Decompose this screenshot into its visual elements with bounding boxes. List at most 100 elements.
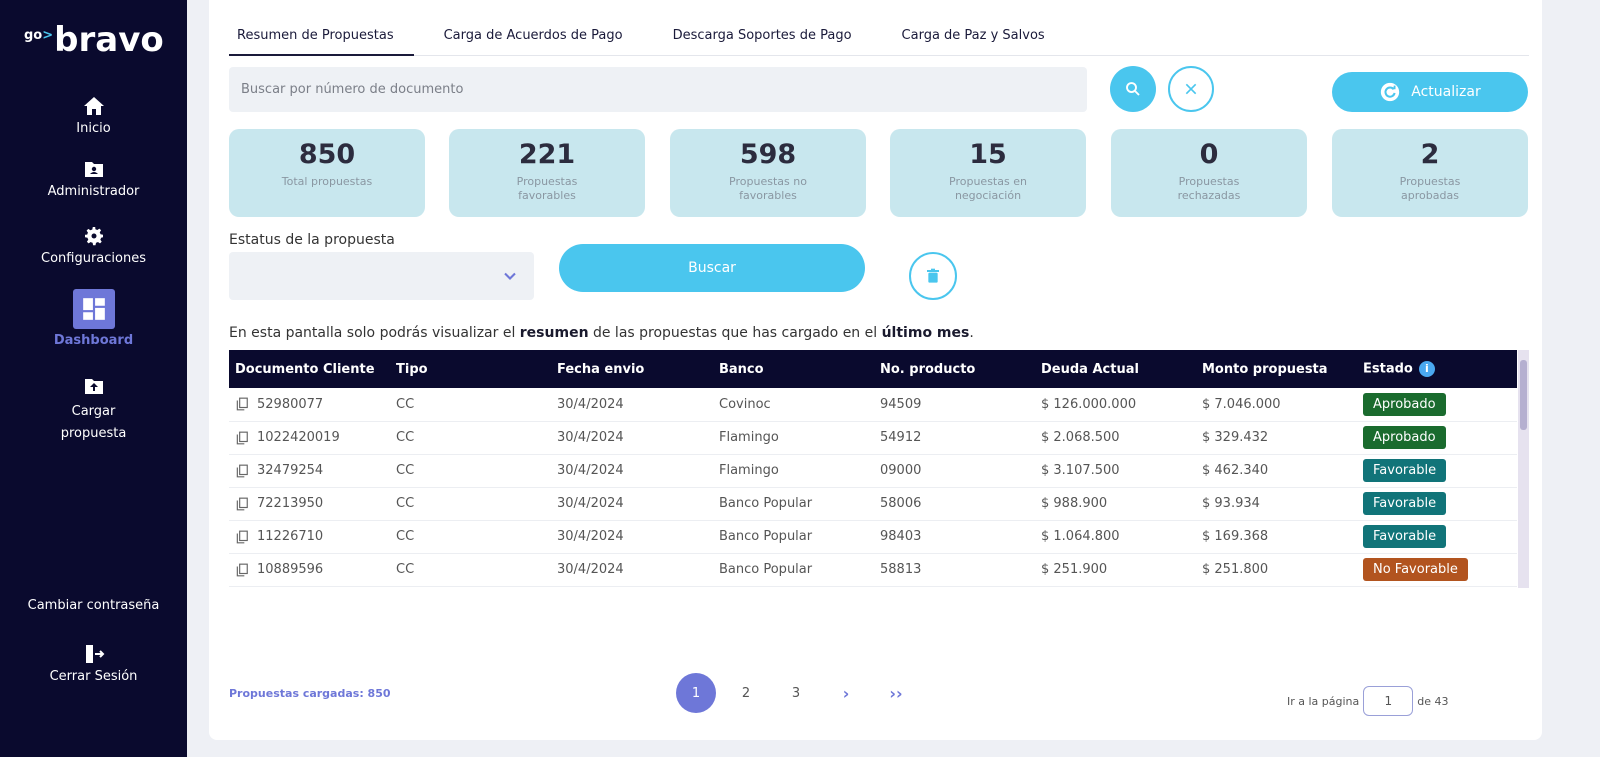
copy-icon[interactable] xyxy=(235,464,249,478)
total-pages-label: de 43 xyxy=(1417,694,1449,708)
sidebar-item-label: Cargar propuesta xyxy=(60,404,127,441)
cell-documento: 11226710 xyxy=(229,520,390,553)
clear-filter-button[interactable] xyxy=(909,252,957,300)
cell-tipo: CC xyxy=(390,553,551,586)
column-header[interactable]: Monto propuesta xyxy=(1196,350,1357,388)
change-password-link[interactable]: Cambiar contraseña xyxy=(0,598,187,613)
cell-fecha: 30/4/2024 xyxy=(551,421,713,454)
cell-monto: $ 169.368 xyxy=(1196,520,1357,553)
cell-fecha-text: 30/4/2024 xyxy=(557,463,624,478)
clear-search-button[interactable] xyxy=(1168,66,1214,112)
gear-icon xyxy=(84,227,103,246)
tab-carga-acuerdos[interactable]: Carga de Acuerdos de Pago xyxy=(444,28,623,55)
cell-tipo: CC xyxy=(390,520,551,553)
refresh-button[interactable]: Actualizar xyxy=(1332,72,1528,112)
search-input[interactable] xyxy=(229,67,1087,112)
cell-documento-text: 1022420019 xyxy=(257,430,340,445)
stat-label: Total propuestas xyxy=(281,175,373,188)
table-row[interactable]: 11226710 CC 30/4/2024 Banco Popular 98403 $ 1… xyxy=(229,520,1517,553)
cell-tipo: CC xyxy=(390,388,551,421)
table-scrollbar[interactable] xyxy=(1518,350,1529,588)
status-badge: Aprobado xyxy=(1363,426,1446,449)
cell-banco-text: Banco Popular xyxy=(719,562,813,577)
cell-monto: $ 93.934 xyxy=(1196,487,1357,520)
copy-icon[interactable] xyxy=(235,530,249,544)
status-filter-select[interactable] xyxy=(229,252,534,300)
page-button-3[interactable]: 3 xyxy=(776,673,816,713)
change-password-label: Cambiar contraseña xyxy=(27,598,160,613)
table-row[interactable]: 32479254 CC 30/4/2024 Flamingo 09000 $ 3.107.… xyxy=(229,454,1517,487)
copy-icon[interactable] xyxy=(235,431,249,445)
logout-icon xyxy=(85,645,104,663)
column-header[interactable]: No. producto xyxy=(874,350,1035,388)
sidebar-item-inicio[interactable]: Inicio xyxy=(0,94,187,136)
column-header[interactable]: Documento Cliente xyxy=(229,350,390,388)
cell-monto-text: $ 329.432 xyxy=(1202,430,1269,445)
tab-descarga-soportes[interactable]: Descarga Soportes de Pago xyxy=(673,28,852,55)
table-row[interactable]: 72213950 CC 30/4/2024 Banco Popular 58006 $ 9… xyxy=(229,487,1517,520)
cell-producto: 98403 xyxy=(874,520,1035,553)
sidebar-item-administrador[interactable]: Administrador xyxy=(0,157,187,199)
cell-deuda: $ 988.900 xyxy=(1035,487,1196,520)
column-header[interactable]: Fecha envio xyxy=(551,350,713,388)
cell-deuda: $ 1.064.800 xyxy=(1035,520,1196,553)
cell-documento: 72213950 xyxy=(229,487,390,520)
cell-fecha: 30/4/2024 xyxy=(551,454,713,487)
cell-producto: 58813 xyxy=(874,553,1035,586)
stat-label: Propuestas favorables xyxy=(516,175,578,202)
last-page-button[interactable]: ›› xyxy=(876,673,916,713)
sidebar-item-dashboard[interactable]: Dashboard xyxy=(0,289,187,348)
cell-documento: 52980077 xyxy=(229,388,390,421)
table-header-row: Documento Cliente Tipo Fecha envio Banco… xyxy=(229,350,1517,388)
stat-label: Propuestas aprobadas xyxy=(1399,175,1461,202)
copy-icon[interactable] xyxy=(235,397,249,411)
goto-label: Ir a la página xyxy=(1287,694,1360,708)
sidebar-item-configuraciones[interactable]: Configuraciones xyxy=(0,224,187,266)
table-row[interactable]: 1022420019 CC 30/4/2024 Flamingo 54912 $ 2.06… xyxy=(229,421,1517,454)
stat-label: Propuestas en negociación xyxy=(949,175,1027,202)
tab-resumen-propuestas[interactable]: Resumen de Propuestas xyxy=(229,28,414,56)
info-icon[interactable]: i xyxy=(1418,361,1435,377)
goto-page-input[interactable] xyxy=(1363,686,1414,716)
logout-button[interactable]: Cerrar Sesión xyxy=(0,642,187,684)
stat-value: 15 xyxy=(969,139,1007,170)
table-row[interactable]: 10889596 CC 30/4/2024 Banco Popular 58813 $ 2… xyxy=(229,553,1517,586)
copy-icon[interactable] xyxy=(235,563,249,577)
tab-carga-paz-salvos[interactable]: Carga de Paz y Salvos xyxy=(902,28,1045,55)
column-header-estado[interactable]: Estado i xyxy=(1357,350,1517,388)
column-header[interactable]: Deuda Actual xyxy=(1035,350,1196,388)
copy-icon[interactable] xyxy=(235,497,249,511)
info-text-bold-2: último mes xyxy=(881,325,970,341)
main-panel: Resumen de Propuestas Carga de Acuerdos … xyxy=(209,0,1542,740)
column-header[interactable]: Banco xyxy=(713,350,874,388)
stat-label: Propuestas rechazadas xyxy=(1177,175,1241,202)
cell-monto: $ 7.046.000 xyxy=(1196,388,1357,421)
admin-folder-icon xyxy=(84,162,103,177)
filter-search-button[interactable]: Buscar xyxy=(559,244,865,292)
page-button-2[interactable]: 2 xyxy=(726,673,766,713)
status-badge: Favorable xyxy=(1363,525,1447,548)
cell-documento-text: 52980077 xyxy=(257,396,324,412)
cell-fecha: 30/4/2024 xyxy=(551,553,713,586)
cell-tipo-text: CC xyxy=(396,430,415,445)
column-header[interactable]: Tipo xyxy=(390,350,551,388)
logo: go > bravo xyxy=(24,22,164,58)
table-row[interactable]: 52980077 CC 30/4/2024 Covinoc 94509 $ 126.000… xyxy=(229,388,1517,421)
next-page-button[interactable]: › xyxy=(826,673,866,713)
search-button[interactable] xyxy=(1110,66,1156,112)
cell-documento-text: 32479254 xyxy=(257,463,324,478)
cell-monto-text: $ 251.800 xyxy=(1202,562,1269,577)
tab-bar: Resumen de Propuestas Carga de Acuerdos … xyxy=(229,28,1529,56)
cell-fecha-text: 30/4/2024 xyxy=(557,562,624,577)
sidebar-item-cargar-propuesta[interactable]: Cargar propuesta xyxy=(0,374,187,445)
logo-go: go xyxy=(24,28,43,43)
refresh-icon xyxy=(1381,82,1400,102)
stat-card-total: 850 Total propuestas xyxy=(229,129,425,217)
cell-banco-text: Flamingo xyxy=(719,463,779,478)
info-text-2: de las propuestas que has cargado en el xyxy=(588,325,882,341)
page-button-1[interactable]: 1 xyxy=(676,673,716,713)
stat-label: Propuestas no favorables xyxy=(729,175,807,202)
close-icon xyxy=(1185,83,1197,95)
scrollbar-thumb[interactable] xyxy=(1520,360,1527,430)
status-filter-label: Estatus de la propuesta xyxy=(229,232,395,248)
